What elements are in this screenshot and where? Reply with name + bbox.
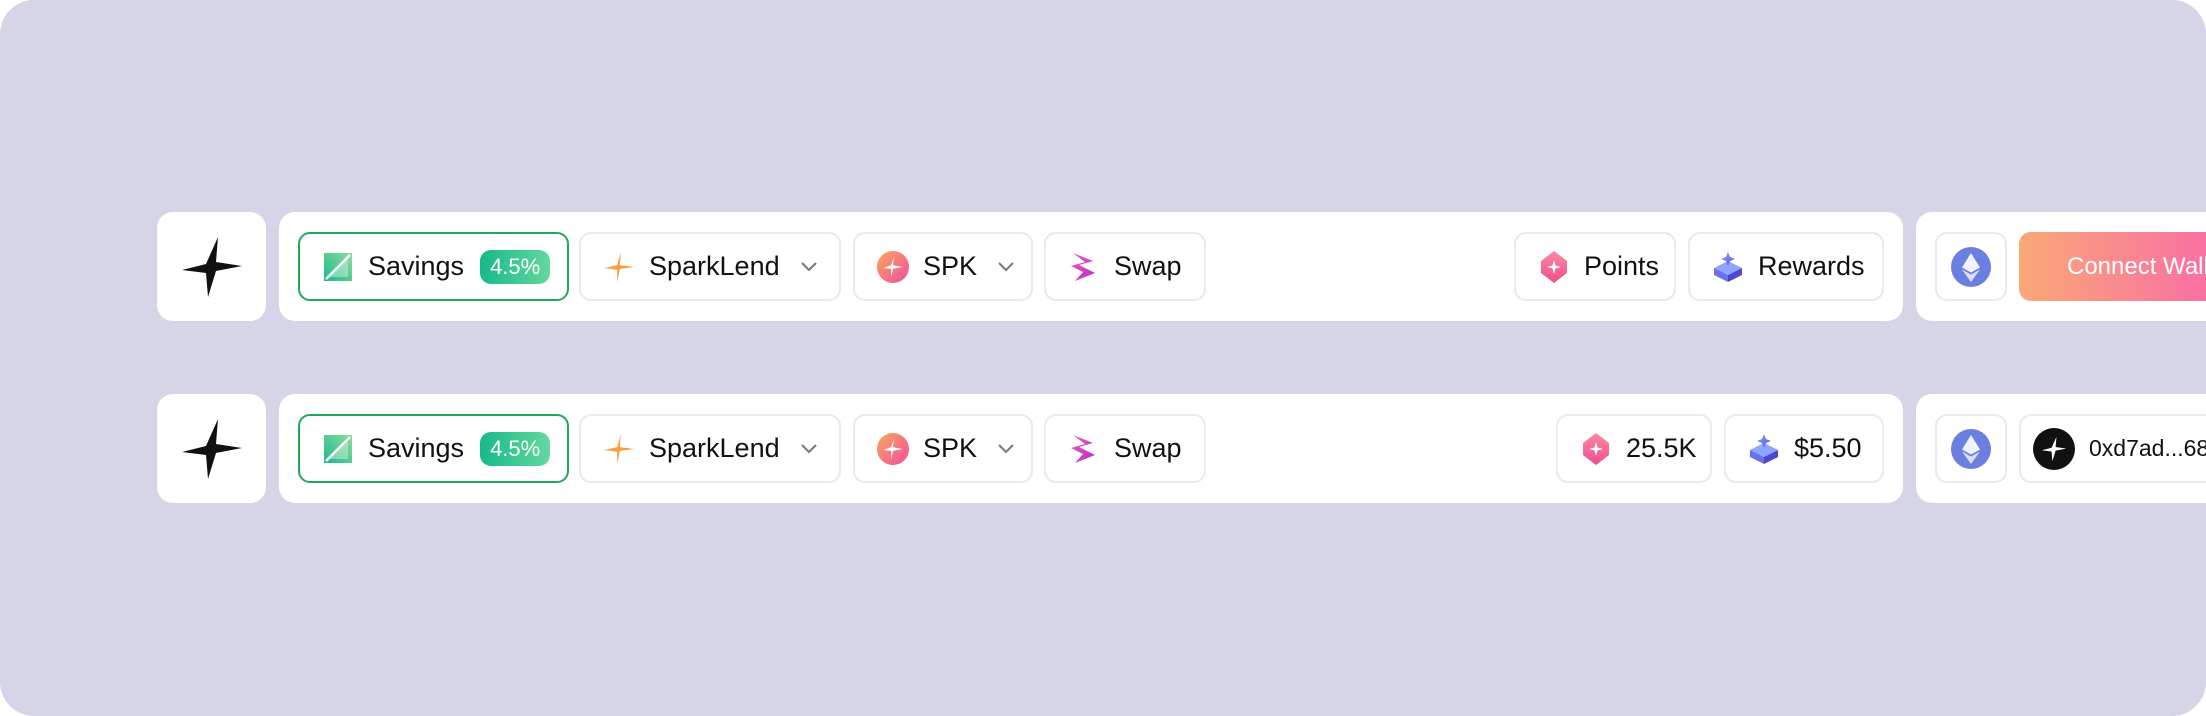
network-selector[interactable] [1935,232,2007,301]
chevron-down-icon[interactable] [997,256,1015,278]
wallet-panel: Connect Wallet [1916,212,2206,321]
nav-label-spk: SPK [923,433,978,463]
wallet-address-button[interactable]: 0xd7ad...68 [2019,414,2206,483]
savings-icon [322,251,354,283]
spk-token-icon [877,250,909,283]
spark-star-icon [2041,436,2067,461]
savings-rate-badge: 4.5% [480,249,551,284]
nav-item-sparklend[interactable]: SparkLend [579,232,841,301]
spark-star-icon [181,418,242,479]
nav-label-savings: Savings [368,251,465,281]
chevron-down-icon[interactable] [997,438,1015,460]
nav-item-swap[interactable]: Swap [1044,232,1206,301]
nav-label-sparklend: SparkLend [649,251,780,281]
points-balance-button[interactable]: 25.5K [1556,414,1712,483]
wallet-address: 0xd7ad...68 [2089,435,2206,461]
nav-item-spk[interactable]: SPK [853,414,1033,483]
points-gem-icon [1580,432,1612,465]
spk-token-icon [877,432,909,465]
logo-button[interactable] [157,212,266,321]
nav-label-swap: Swap [1114,251,1182,281]
nav-label-savings: Savings [368,433,465,463]
rewards-value: $5.50 [1794,433,1862,463]
nav-panel: Savings 4.5% SparkLend SPK [279,394,1903,503]
points-label: Points [1584,251,1660,281]
navbar-disconnected: Savings 4.5% SparkLend SPK Swap Points R… [0,212,2206,321]
nav-label-spk: SPK [923,251,978,281]
points-value: 25.5K [1626,433,1697,463]
navbar-connected: Savings 4.5% SparkLend SPK Swap 25.5K $5… [0,394,2206,503]
nav-item-sparklend[interactable]: SparkLend [579,414,841,483]
ethereum-icon [1951,246,1991,287]
swap-icon [1068,251,1100,283]
savings-rate-badge: 4.5% [480,431,551,466]
chevron-down-icon[interactable] [800,256,819,278]
wallet-panel: 0xd7ad...68 [1916,394,2206,503]
nav-panel: Savings 4.5% SparkLend SPK [279,212,1903,321]
rewards-box-icon [1712,251,1744,283]
sparklend-icon [603,251,635,283]
nav-label-swap: Swap [1114,433,1182,463]
nav-item-savings[interactable]: Savings 4.5% [298,232,569,301]
nav-item-spk[interactable]: SPK [853,232,1033,301]
sparklend-icon [603,433,635,465]
avatar [2033,427,2075,470]
connect-wallet-button[interactable]: Connect Wallet [2019,232,2206,301]
spark-star-icon [181,236,242,297]
rewards-button[interactable]: Rewards [1688,232,1884,301]
chevron-down-icon[interactable] [800,438,819,460]
rewards-balance-button[interactable]: $5.50 [1724,414,1884,483]
nav-item-swap[interactable]: Swap [1044,414,1206,483]
swap-icon [1068,433,1100,465]
showcase-canvas: Savings 4.5% SparkLend SPK Swap Points R… [0,0,2206,716]
rewards-box-icon [1748,433,1780,465]
ethereum-icon [1951,428,1991,469]
nav-item-savings[interactable]: Savings 4.5% [298,414,569,483]
nav-label-sparklend: SparkLend [649,433,780,463]
rewards-label: Rewards [1758,251,1865,281]
points-gem-icon [1538,250,1570,283]
points-button[interactable]: Points [1514,232,1676,301]
savings-icon [322,433,354,465]
logo-button[interactable] [157,394,266,503]
network-selector[interactable] [1935,414,2007,483]
